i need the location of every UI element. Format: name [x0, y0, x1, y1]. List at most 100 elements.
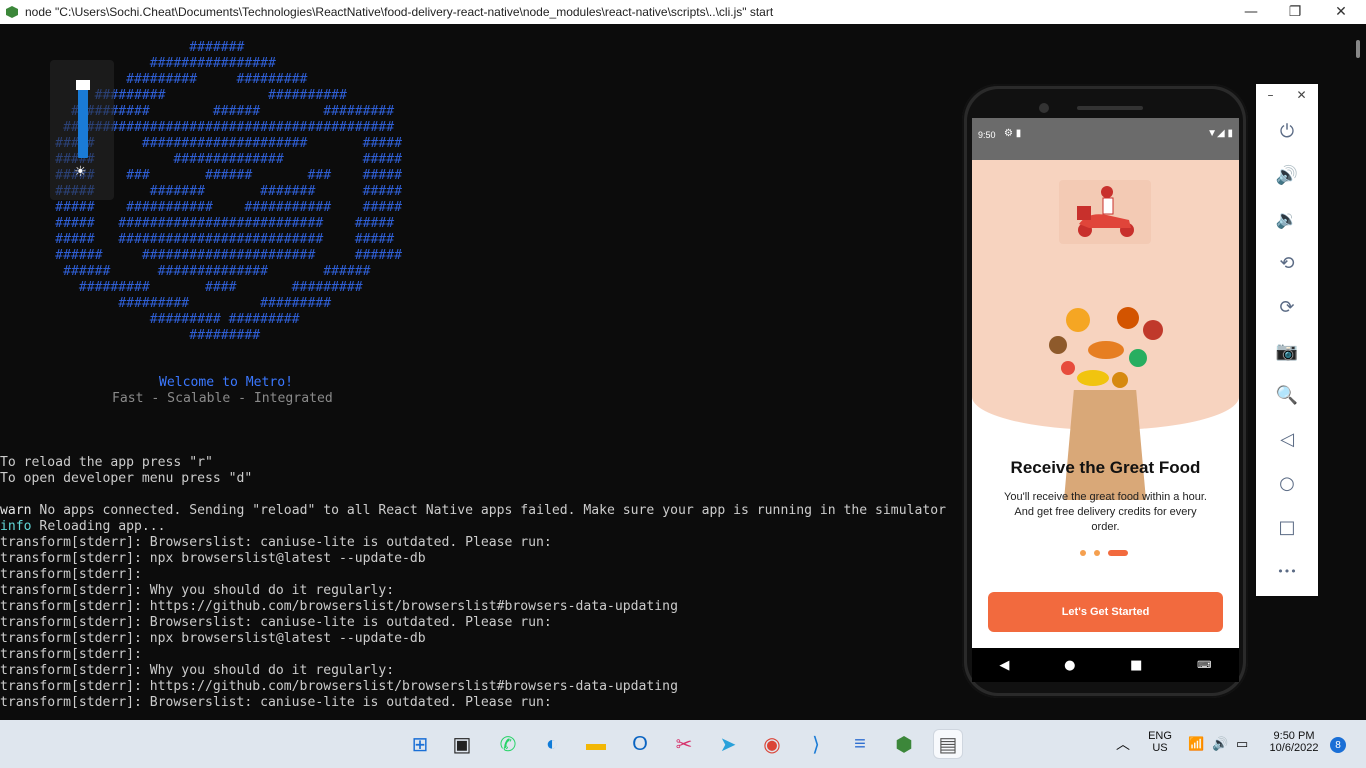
emulator-close-button[interactable]: ✕ [1296, 88, 1306, 108]
keyboard-icon[interactable]: ⌨ [1197, 660, 1211, 671]
logo-line: ##### ########################## ##### [0, 216, 395, 231]
android-status-bar: 9:50 ⚙ ▮ ▼◢ ▮ [972, 118, 1239, 160]
logo-line: ##### ########### ########### ##### [0, 200, 403, 215]
notepad-icon[interactable]: ≡ [846, 730, 874, 758]
logo-line: ##### ########################## ##### [0, 232, 395, 247]
nav-home-button[interactable]: ● [1064, 658, 1075, 673]
language-code: ENG [1148, 730, 1172, 742]
edge-icon[interactable]: ◐ [538, 730, 566, 758]
logo-line: ####### [0, 40, 245, 55]
nodejs-icon[interactable]: ⬢ [890, 730, 918, 758]
page-dot-active[interactable] [1108, 550, 1128, 556]
more-icon[interactable]: ••• [1272, 556, 1302, 586]
log-line: transform[stderr]: [0, 647, 142, 662]
info-line: info Reloading app... [0, 519, 166, 535]
file-explorer-icon[interactable]: ▬ [582, 730, 610, 758]
minimize-button[interactable]: — [1228, 0, 1274, 24]
logo-line: ###### ###################### ###### [0, 248, 403, 263]
onboarding-hero [972, 160, 1239, 500]
windows-taskbar: ⊞ ▣ ✆ ◐ ▬ O ✂ ➤ ◉ ⟩ ≡ ⬢ ▤ ︿ ENG US 📶 🔊 ▭ 9:50 PM 10/… [0, 720, 1366, 768]
window-title: node "C:\Users\Sochi.Cheat\Documents\Tec… [25, 5, 774, 19]
warn-text: No apps connected. Sending "reload" to a… [31, 503, 946, 518]
page-dot[interactable] [1094, 550, 1100, 556]
brightness-slider[interactable] [78, 80, 88, 158]
task-view-icon[interactable]: ▣ [448, 730, 476, 758]
nav-back-button[interactable]: ◀ [999, 658, 1009, 673]
log-line: transform[stderr]: npx browserslist@late… [0, 551, 426, 566]
logo-line: ######### #### ######### [0, 280, 363, 295]
camera-icon[interactable]: 📷 [1272, 336, 1302, 366]
page-dot[interactable] [1080, 550, 1086, 556]
scrollbar-thumb[interactable] [1356, 40, 1360, 58]
notification-badge[interactable]: 8 [1330, 737, 1346, 753]
nav-recents-button[interactable]: ■ [1130, 658, 1142, 673]
page-indicator [1080, 550, 1128, 556]
rotate-left-icon[interactable]: ⟲ [1272, 248, 1302, 278]
brightness-flyout: ☀ [50, 60, 114, 200]
welcome-text: Welcome to Metro! [159, 375, 294, 390]
nodejs-icon [6, 6, 18, 18]
info-label: info [0, 519, 32, 534]
zoom-icon[interactable]: 🔍 [1272, 380, 1302, 410]
log-line: transform[stderr]: Why you should do it … [0, 583, 395, 598]
onboarding-description: You'll receive the great food within a h… [1004, 491, 1207, 533]
log-line: transform[stderr]: npx browserslist@late… [0, 631, 426, 646]
logo-line: ###### ############## ###### [0, 264, 371, 279]
brightness-slider-thumb[interactable] [76, 80, 90, 90]
back-icon[interactable]: ◁ [1272, 424, 1302, 454]
front-camera [1039, 103, 1049, 113]
rotate-right-icon[interactable]: ⟳ [1272, 292, 1302, 322]
log-line: transform[stderr]: Browserslist: caniuse… [0, 535, 552, 550]
volume-down-icon[interactable]: 🔉 [1272, 204, 1302, 234]
volume-icon[interactable]: 🔊 [1212, 736, 1228, 752]
home-icon[interactable]: ○ [1272, 468, 1302, 498]
overview-icon[interactable]: □ [1272, 512, 1302, 542]
log-line: transform[stderr]: https://github.com/br… [0, 679, 678, 694]
restore-button[interactable]: ❐ [1272, 0, 1318, 24]
log-line: transform[stderr]: Browserslist: caniuse… [0, 615, 552, 630]
logo-line: ################ [0, 56, 276, 71]
food-illustration [1038, 290, 1174, 400]
onboarding-title: Receive the Great Food [1010, 458, 1201, 477]
status-left-icons: ⚙ ▮ [1004, 128, 1022, 139]
log-line: transform[stderr]: https://github.com/br… [0, 599, 678, 614]
warn-label: warn [0, 503, 32, 518]
outlook-icon[interactable]: O [626, 730, 654, 758]
close-button[interactable]: ✕ [1318, 0, 1364, 24]
emulator-toolbar-header: – ✕ [1256, 88, 1318, 108]
logo-line: ######### [0, 328, 261, 343]
sun-icon: ☀ [74, 164, 87, 180]
chevron-up-icon[interactable]: ︿ [1116, 734, 1130, 754]
logo-line: ######### ######### [0, 72, 308, 87]
power-icon[interactable]: ⏻ [1272, 116, 1302, 146]
chrome-icon[interactable]: ◉ [758, 730, 786, 758]
paper-bag-illustration [1064, 390, 1146, 500]
wifi-icon[interactable]: 📶 [1188, 736, 1204, 752]
warn-line: warn No apps connected. Sending "reload"… [0, 503, 946, 519]
reload-hint: To reload the app press "r" [0, 455, 213, 470]
log-line: transform[stderr]: [0, 567, 142, 582]
terminal-scrollbar[interactable] [1352, 24, 1366, 720]
status-time: 9:50 [978, 130, 996, 140]
language-indicator[interactable]: ENG US [1144, 730, 1176, 754]
vscode-icon[interactable]: ⟩ [802, 730, 830, 758]
snipping-tool-icon[interactable]: ✂ [670, 730, 698, 758]
get-started-button[interactable]: Let's Get Started [988, 592, 1223, 632]
emulator-toolbar: – ✕ ⏻ 🔊 🔉 ⟲ ⟳ 📷 🔍 ◁ ○ □ ••• [1256, 84, 1318, 596]
logo-line: ######### ######### [0, 312, 300, 327]
status-right-icons: ▼◢ ▮ [1207, 128, 1233, 139]
battery-icon[interactable]: ▭ [1236, 736, 1248, 752]
earpiece [1077, 106, 1143, 110]
telegram-icon[interactable]: ➤ [714, 730, 742, 758]
whatsapp-icon[interactable]: ✆ [494, 730, 522, 758]
log-line: transform[stderr]: Browserslist: caniuse… [0, 695, 552, 710]
start-icon[interactable]: ⊞ [406, 730, 434, 758]
tagline-text: Fast - Scalable - Integrated [112, 391, 333, 406]
phone-screen[interactable]: 9:50 ⚙ ▮ ▼◢ ▮ Receive the Great Food You… [972, 118, 1239, 648]
clock[interactable]: 9:50 PM 10/6/2022 [1264, 730, 1324, 754]
terminal-app-icon[interactable]: ▤ [934, 730, 962, 758]
window-titlebar: node "C:\Users\Sochi.Cheat\Documents\Tec… [0, 0, 1366, 24]
android-nav-bar: ◀ ● ■ ⌨ [972, 648, 1239, 682]
emulator-minimize-button[interactable]: – [1267, 88, 1273, 108]
volume-up-icon[interactable]: 🔊 [1272, 160, 1302, 190]
